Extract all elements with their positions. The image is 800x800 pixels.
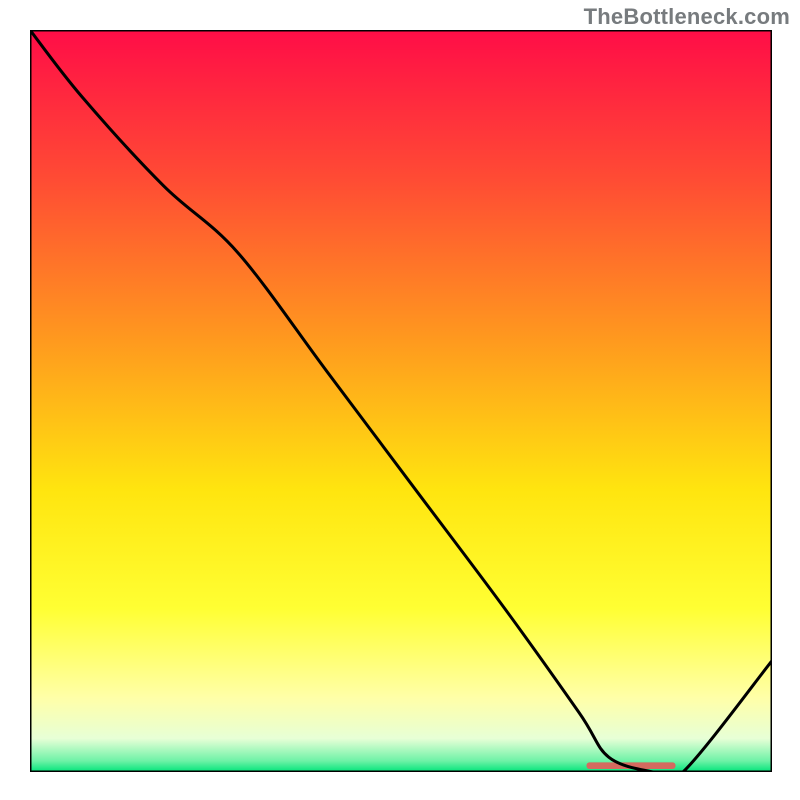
watermark-text: TheBottleneck.com <box>584 4 790 30</box>
plot-background <box>30 30 772 772</box>
bottleneck-chart <box>30 30 772 772</box>
chart-stage: TheBottleneck.com <box>0 0 800 800</box>
